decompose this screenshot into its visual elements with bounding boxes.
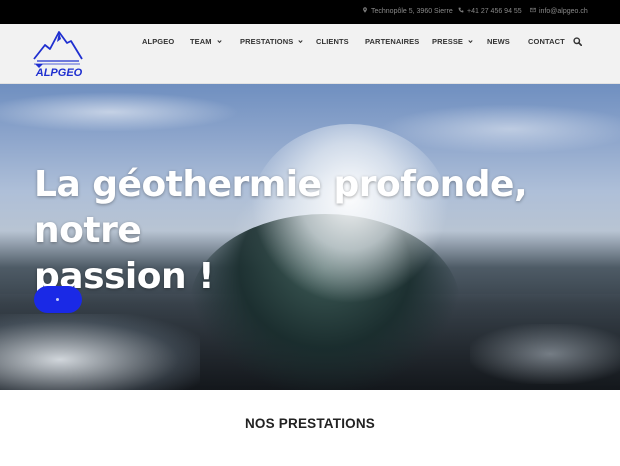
nav-item-alpgeo[interactable]: ALPGEO bbox=[142, 24, 174, 60]
phone-text: +41 27 456 94 55 bbox=[467, 8, 522, 15]
main-nav: ALPGEO TEAM PRESTATIONS CLIENTS PARTENAI… bbox=[0, 24, 620, 84]
hero-background-cloud bbox=[0, 92, 240, 132]
top-info-bar: Technopôle 5, 3960 Sierre +41 27 456 94 … bbox=[0, 0, 620, 24]
hero-title-line-1: La géothermie profonde, notre bbox=[34, 164, 528, 251]
nav-item-presse[interactable]: PRESSE bbox=[432, 24, 473, 60]
nav-item-clients[interactable]: CLIENTS bbox=[316, 24, 349, 60]
nav-item-news[interactable]: NEWS bbox=[487, 24, 510, 60]
phone-icon bbox=[458, 7, 464, 13]
email-text: info@alpgeo.ch bbox=[539, 8, 588, 15]
hero-cta-button[interactable] bbox=[34, 286, 82, 313]
hero-title: La géothermie profonde, notre passion ! bbox=[34, 162, 594, 300]
address-text: Technopôle 5, 3960 Sierre bbox=[371, 8, 453, 15]
address-info: Technopôle 5, 3960 Sierre bbox=[362, 0, 453, 24]
chevron-down-icon bbox=[298, 39, 303, 44]
nav-item-partenaires[interactable]: PARTENAIRES bbox=[365, 24, 419, 60]
nav-item-prestations[interactable]: PRESTATIONS bbox=[240, 24, 303, 60]
section-title-prestations: NOS PRESTATIONS bbox=[244, 416, 375, 431]
phone-info[interactable]: +41 27 456 94 55 bbox=[458, 0, 522, 24]
chevron-down-icon bbox=[468, 39, 473, 44]
hero-background-water bbox=[470, 324, 620, 384]
chevron-down-icon bbox=[217, 39, 222, 44]
button-dot-icon bbox=[56, 298, 59, 301]
envelope-icon bbox=[530, 7, 536, 13]
site-header: ALPGEO ALPGEO TEAM PRESTATIONS CLIENTS P… bbox=[0, 24, 620, 84]
nav-item-contact[interactable]: CONTACT bbox=[528, 24, 565, 60]
nav-item-team[interactable]: TEAM bbox=[190, 24, 222, 60]
search-icon[interactable] bbox=[573, 37, 582, 46]
email-info[interactable]: info@alpgeo.ch bbox=[530, 0, 588, 24]
hero-background-water bbox=[0, 314, 200, 390]
map-pin-icon bbox=[362, 7, 368, 13]
hero-banner: La géothermie profonde, notre passion ! bbox=[0, 84, 620, 390]
